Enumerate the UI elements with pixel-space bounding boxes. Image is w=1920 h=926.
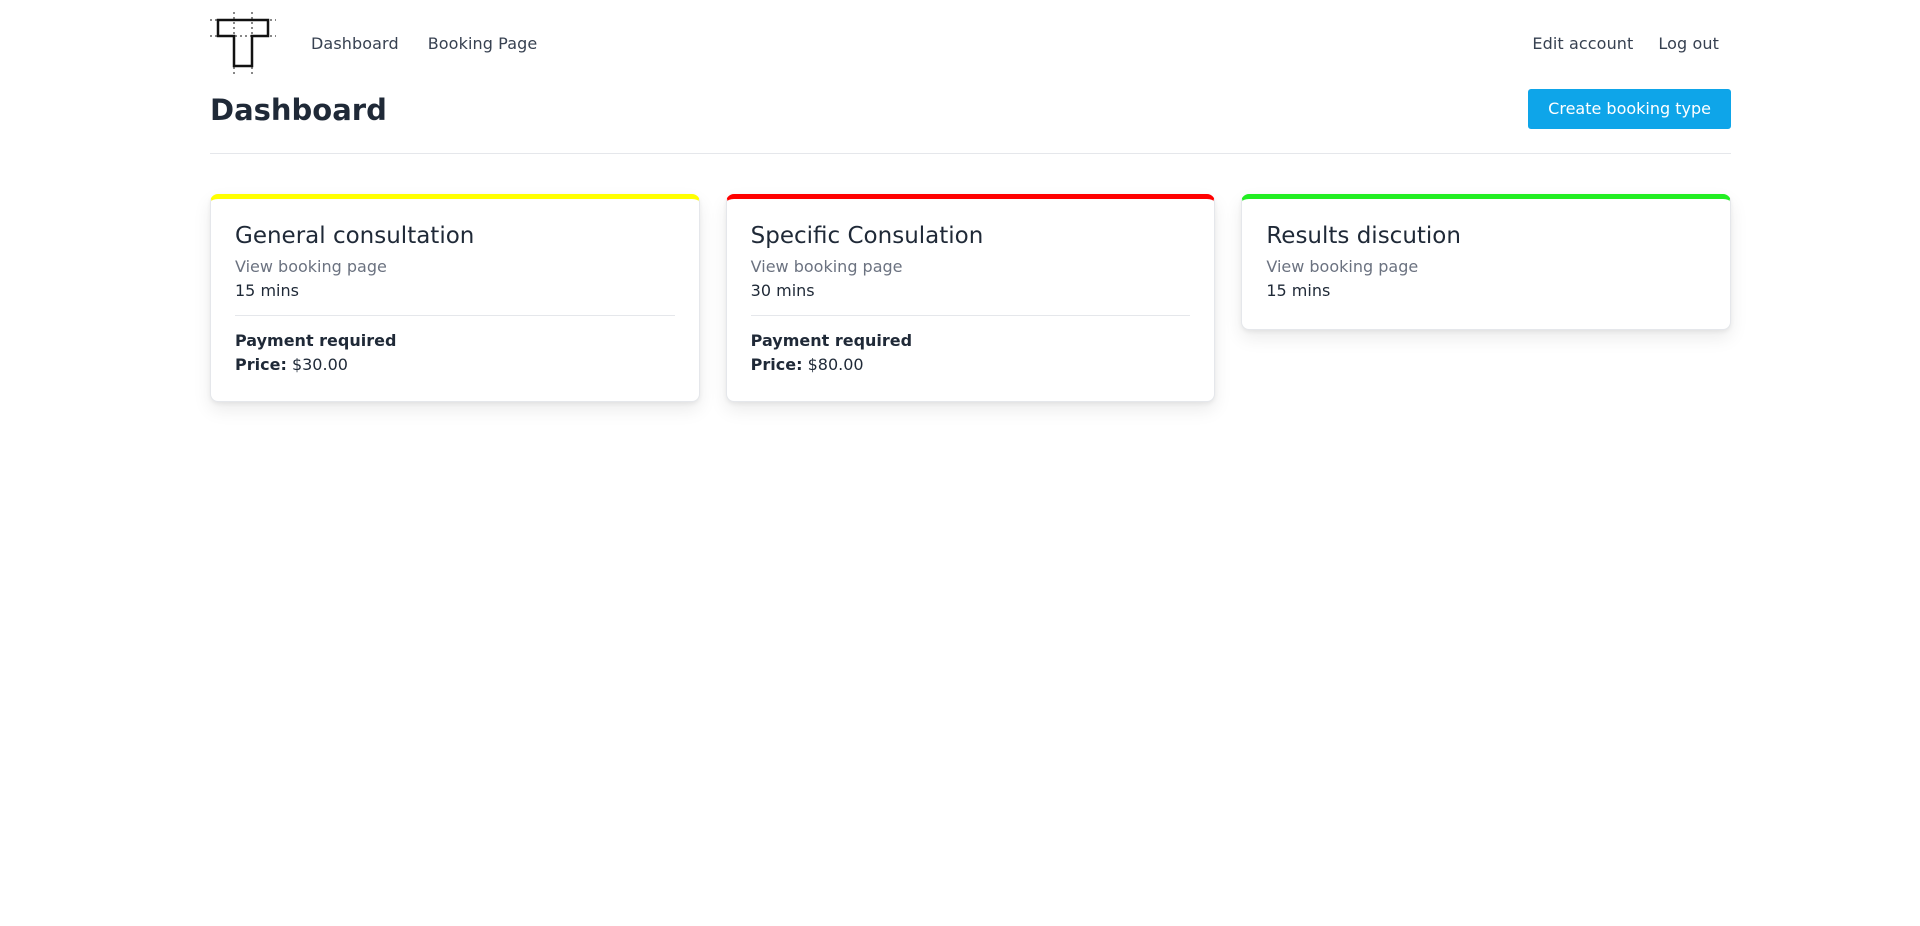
- booking-type-card[interactable]: Results discution View booking page 15 m…: [1241, 194, 1732, 330]
- card-price: Price: $30.00: [235, 355, 675, 375]
- booking-type-card[interactable]: General consultation View booking page 1…: [210, 194, 700, 402]
- booking-type-card[interactable]: Specific Consulation View booking page 3…: [725, 194, 1216, 402]
- page-header: Dashboard Create booking type: [210, 80, 1731, 154]
- price-value: $30.00: [291, 355, 348, 374]
- price-value: $80.00: [807, 355, 864, 374]
- booking-types-list: General consultation View booking page 1…: [210, 194, 1732, 402]
- top-nav: Dashboard Booking Page Edit account Log …: [210, 0, 1731, 80]
- nav-edit-account-link[interactable]: Edit account: [1532, 34, 1633, 54]
- card-duration: 15 mins: [235, 281, 299, 300]
- nav-log-out-link[interactable]: Log out: [1658, 34, 1719, 54]
- card-title: General consultation: [235, 223, 475, 249]
- card-duration: 30 mins: [750, 281, 815, 300]
- payment-required-label: Payment required: [235, 331, 397, 350]
- card-title: Results discution: [1266, 223, 1461, 249]
- view-booking-page-link[interactable]: View booking page: [1266, 257, 1706, 277]
- payment-required-label: Payment required: [750, 331, 913, 350]
- card-divider: [750, 315, 1191, 316]
- card-divider: [235, 315, 675, 316]
- view-booking-page-link[interactable]: View booking page: [235, 257, 675, 277]
- view-booking-page-link[interactable]: View booking page: [751, 257, 1191, 277]
- nav-dashboard-link[interactable]: Dashboard: [311, 34, 399, 54]
- price-label: Price:: [235, 355, 287, 374]
- price-label: Price:: [750, 355, 803, 374]
- card-duration: 15 mins: [1266, 281, 1331, 300]
- card-title: Specific Consulation: [750, 223, 984, 249]
- card-price: Price: $80.00: [751, 355, 1191, 375]
- logo-icon[interactable]: [210, 12, 276, 76]
- nav-booking-page-link[interactable]: Booking Page: [428, 34, 538, 54]
- create-booking-type-button[interactable]: Create booking type: [1528, 89, 1731, 129]
- page-container: Dashboard Booking Page Edit account Log …: [210, 0, 1732, 402]
- page-title: Dashboard: [210, 93, 387, 127]
